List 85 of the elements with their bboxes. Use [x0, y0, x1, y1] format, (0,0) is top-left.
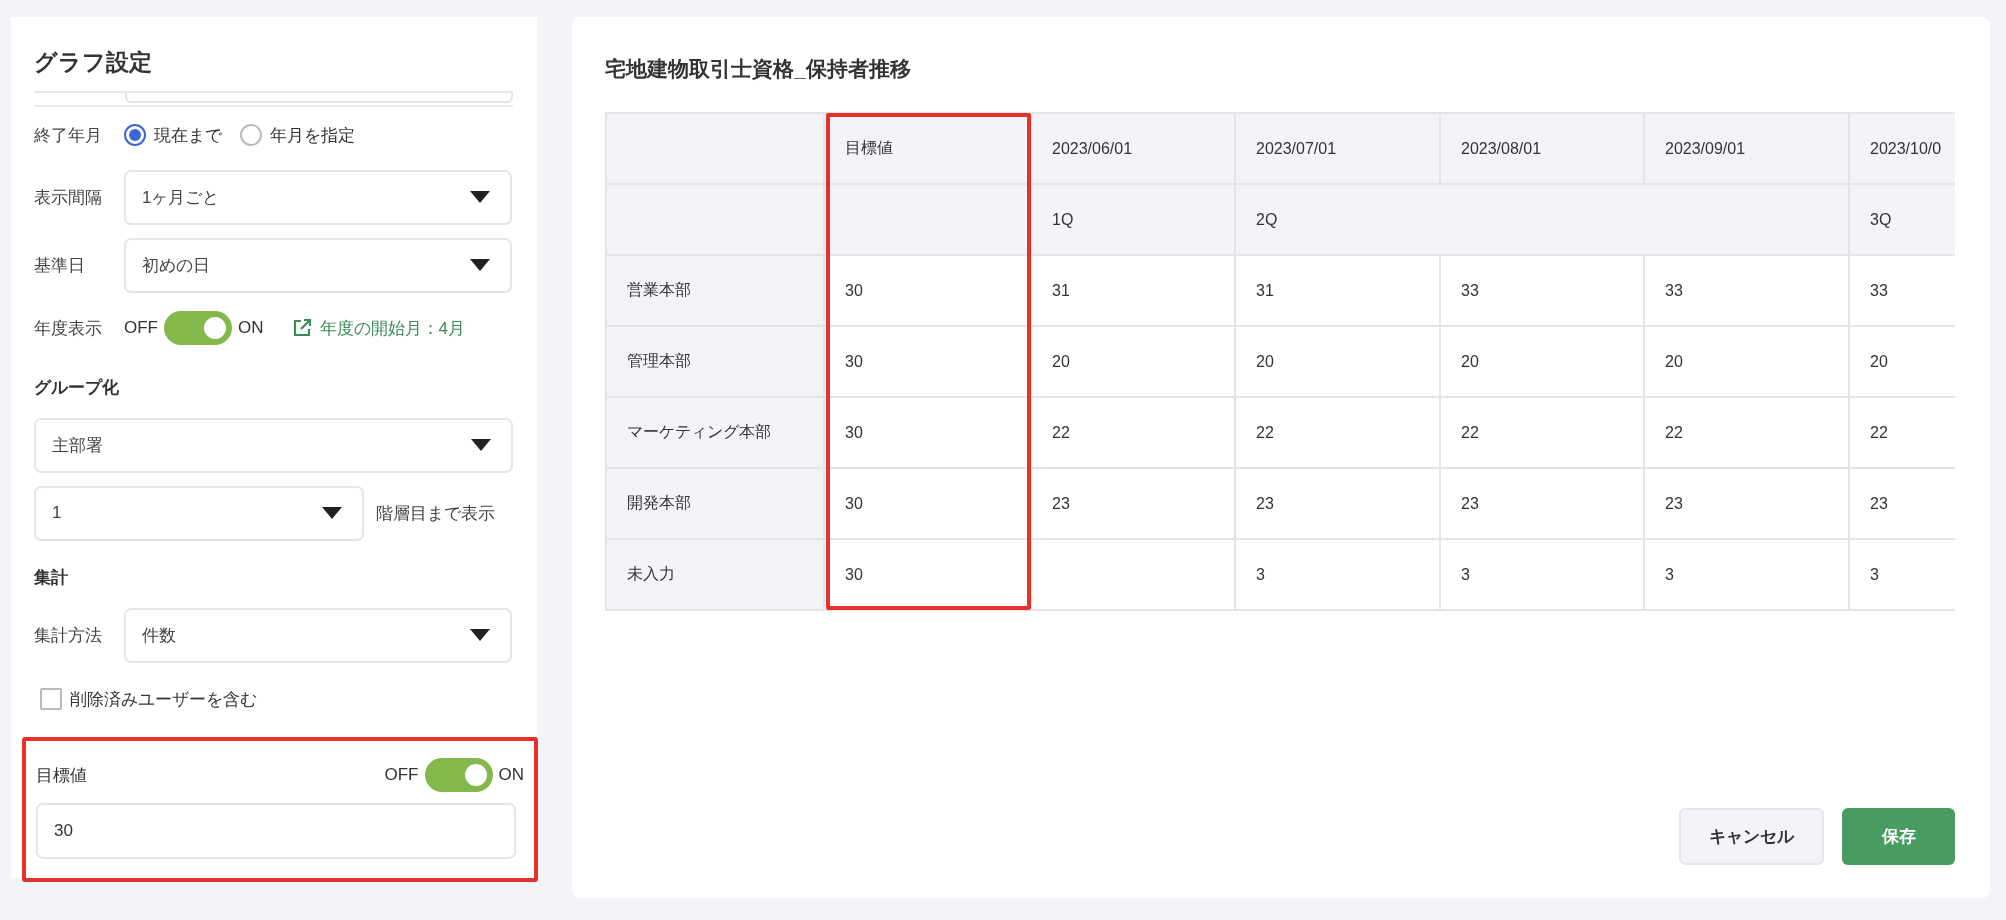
- dropdown[interactable]: 件数: [124, 607, 512, 663]
- table-cell: 22: [1644, 397, 1849, 468]
- dropdown[interactable]: 1: [34, 485, 364, 541]
- caret-icon: [471, 439, 491, 451]
- table-cell: 31: [1031, 255, 1235, 326]
- table-cell: 33: [1440, 255, 1644, 326]
- field-label: 表示間隔: [34, 186, 103, 209]
- row-header: 開発本部: [606, 468, 824, 539]
- table-cell: 3: [1644, 539, 1849, 610]
- table-cell: 31: [1235, 255, 1440, 326]
- radio-button[interactable]: [124, 124, 146, 146]
- field-label: 年度表示: [34, 317, 103, 340]
- caret-icon: [470, 191, 490, 203]
- table-cell: 30: [824, 326, 1031, 397]
- column-header: 2023/08/01: [1440, 113, 1644, 184]
- field-label: 終了年月: [34, 124, 103, 147]
- column-header: 2023/10/0: [1849, 113, 1955, 184]
- radio-button[interactable]: [240, 124, 262, 146]
- table-cell: 33: [1644, 255, 1849, 326]
- field-label: 目標値: [36, 764, 87, 787]
- off-label: OFF: [384, 765, 419, 785]
- caret-icon: [470, 259, 490, 271]
- row-header: 未入力: [606, 539, 824, 610]
- checkbox[interactable]: [40, 688, 62, 710]
- table-cell: 22: [1031, 397, 1235, 468]
- table-cell: 20: [1031, 326, 1235, 397]
- table-cell: 33: [1849, 255, 1955, 326]
- radio-label: 年月を指定: [270, 124, 355, 147]
- table-cell: 30: [824, 255, 1031, 326]
- dropdown[interactable]: 主部署: [34, 417, 513, 473]
- on-label: ON: [498, 765, 524, 785]
- dropdown[interactable]: 1ヶ月ごと: [124, 169, 512, 225]
- cancel-button[interactable]: キャンセル: [1679, 808, 1824, 865]
- table-cell: 22: [1235, 397, 1440, 468]
- table-cell: 3: [1235, 539, 1440, 610]
- table-cell: 20: [1849, 326, 1955, 397]
- toggle-switch[interactable]: [164, 311, 232, 345]
- field-suffix: 階層目まで表示: [376, 502, 495, 525]
- input-field[interactable]: 30: [36, 803, 516, 859]
- table-cell: 22: [1440, 397, 1644, 468]
- field-label: 基準日: [34, 254, 86, 277]
- table-cell: 20: [1644, 326, 1849, 397]
- quarter-header: 1Q: [1031, 184, 1235, 255]
- table-title: 宅地建物取引士資格_保持者推移: [605, 56, 912, 82]
- on-label: ON: [238, 318, 264, 338]
- table-cell: 20: [1440, 326, 1644, 397]
- dropdown-value: 1: [52, 503, 62, 523]
- table-cell: 23: [1031, 468, 1235, 539]
- field-label: 集計方法: [34, 624, 103, 647]
- column-header: 目標値: [824, 113, 1031, 184]
- dropdown-value: 1ヶ月ごと: [142, 186, 220, 209]
- external-link-icon: [291, 318, 312, 338]
- off-label: OFF: [124, 318, 158, 338]
- caret-icon: [322, 507, 342, 519]
- dropdown-value: 主部署: [52, 434, 103, 457]
- input-field[interactable]: [125, 93, 513, 103]
- column-header: 2023/07/01: [1235, 113, 1440, 184]
- column-header: 2023/09/01: [1644, 113, 1849, 184]
- dropdown-value: 初めの日: [142, 254, 210, 277]
- row-header: マーケティング本部: [606, 397, 824, 468]
- caret-icon: [470, 629, 490, 641]
- row-header: 営業本部: [606, 255, 824, 326]
- fiscal-start-link[interactable]: 年度の開始月：4月: [291, 316, 465, 340]
- column-header: 2023/06/01: [1031, 113, 1235, 184]
- section-heading: 集計: [34, 567, 69, 589]
- dropdown-value: 件数: [142, 624, 176, 647]
- table-cell: 3: [1849, 539, 1955, 610]
- panel-title: グラフ設定: [34, 48, 153, 77]
- row-header: 管理本部: [606, 326, 824, 397]
- table-cell: 3: [1440, 539, 1644, 610]
- dropdown[interactable]: 初めの日: [124, 237, 512, 293]
- table-cell: 23: [1235, 468, 1440, 539]
- table-cell: 30: [824, 468, 1031, 539]
- toggle-switch[interactable]: [424, 758, 493, 792]
- table-cell: 23: [1440, 468, 1644, 539]
- quarter-header: 3Q: [1849, 184, 1955, 255]
- radio-label: 現在まで: [154, 124, 222, 147]
- table-cell: 22: [1849, 397, 1955, 468]
- section-heading: グループ化: [34, 377, 120, 399]
- table-cell: 20: [1235, 326, 1440, 397]
- quarter-header: 2Q: [1235, 184, 1849, 255]
- table-cell: 23: [1644, 468, 1849, 539]
- table-cell: 30: [824, 397, 1031, 468]
- checkbox-label: 削除済みユーザーを含む: [70, 688, 257, 711]
- table-cell: 23: [1849, 468, 1955, 539]
